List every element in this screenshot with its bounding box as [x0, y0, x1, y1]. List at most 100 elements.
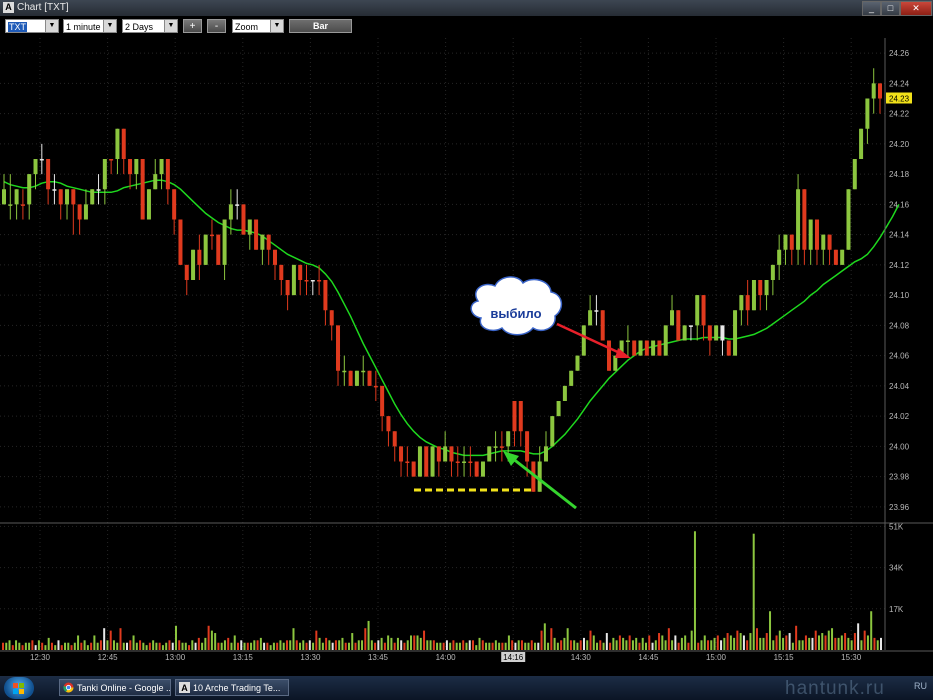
price-tick-label: 24.20 [889, 140, 910, 149]
volume-bar [318, 637, 321, 650]
volume-bar [527, 642, 530, 650]
candle-body [581, 325, 586, 356]
candle-body [159, 159, 164, 175]
volume-bar [475, 645, 478, 650]
chevron-down-icon[interactable]: ▼ [45, 20, 58, 32]
minimize-button[interactable]: _ [862, 1, 881, 16]
volume-bar [148, 642, 151, 650]
volume-bar [654, 640, 657, 650]
interval-select[interactable]: 1 minute ▼ [63, 19, 117, 33]
volume-bar [488, 642, 491, 650]
volume-bar [250, 642, 253, 650]
price-tick-label: 24.22 [889, 110, 910, 119]
candle-body [58, 189, 63, 205]
volume-bar [246, 642, 249, 650]
volume-bar [491, 642, 494, 650]
volume-bar [210, 630, 213, 650]
candle-body [600, 310, 605, 341]
volume-bar [804, 635, 807, 650]
volume-bar [24, 642, 27, 650]
chart-type-button[interactable]: Bar [289, 19, 352, 33]
candle-body [543, 446, 548, 462]
volume-bar [230, 642, 233, 650]
price-tick-label: 23.96 [889, 503, 910, 512]
symbol-select[interactable]: TXT ▼ [5, 19, 59, 33]
candle-body [165, 159, 170, 190]
price-chart[interactable]: 24.26 24.24 24.22 24.20 24.18 24.16 24.14 24.12… [0, 38, 933, 676]
volume-bar [165, 642, 168, 650]
volume-bar [184, 642, 187, 650]
candle-body [852, 159, 857, 190]
candle-body [14, 189, 19, 205]
range-select[interactable]: 2 Days ▼ [122, 19, 178, 33]
volume-bar [351, 633, 354, 650]
volume-bar [217, 642, 220, 650]
volume-bar [426, 640, 429, 650]
volume-bar [612, 637, 615, 650]
volume-tick-label: 51K [889, 522, 904, 531]
volume-bar [550, 628, 553, 650]
zoom-out-button[interactable]: - [207, 19, 226, 33]
candle-body [96, 189, 101, 191]
volume-bar [726, 633, 729, 650]
chevron-down-icon[interactable]: ▼ [164, 20, 177, 32]
volume-bar [214, 633, 217, 650]
volume-bar [171, 642, 174, 650]
volume-bar [269, 645, 272, 650]
tray-language[interactable]: RU [914, 681, 927, 691]
red-arrow-shaft [556, 322, 623, 356]
candle-body [625, 340, 630, 342]
time-tick-label: 13:00 [165, 653, 186, 662]
volume-bar [602, 642, 605, 650]
volume-bar [791, 642, 794, 650]
candle-body [241, 204, 246, 235]
volume-bar [57, 640, 60, 650]
volume-bar [462, 640, 465, 650]
zoom-select[interactable]: Zoom ▼ [232, 19, 284, 33]
volume-bar [547, 642, 550, 650]
axis-layer: 24.26 24.24 24.22 24.20 24.18 24.16 24.14 24.12… [0, 38, 933, 662]
zoom-in-button[interactable]: + [183, 19, 202, 33]
volume-bar [354, 642, 357, 650]
candle-body [178, 219, 183, 265]
candle-body [487, 446, 492, 462]
candle-body [430, 446, 435, 477]
volume-bar [413, 635, 416, 650]
volume-bar [631, 640, 634, 650]
volume-bar [560, 640, 563, 650]
chevron-down-icon[interactable]: ▼ [103, 20, 116, 32]
candle-body [266, 234, 271, 250]
close-button[interactable]: ✕ [900, 1, 932, 16]
candle-body [272, 249, 277, 265]
chevron-down-icon[interactable]: ▼ [270, 20, 283, 32]
volume-bar [106, 640, 109, 650]
candle-body [695, 295, 700, 326]
candle-body [840, 249, 845, 265]
volume-bar [573, 640, 576, 650]
annotation-layer: выбило [414, 276, 631, 510]
volume-bar [514, 642, 517, 650]
maximize-button[interactable]: □ [881, 1, 900, 16]
candle-body [8, 204, 13, 206]
volume-bar [41, 642, 44, 650]
candle-body [777, 249, 782, 265]
candle-body [260, 234, 265, 250]
volume-bar [680, 637, 683, 650]
volume-bar [485, 642, 488, 650]
volume-bar [122, 642, 125, 650]
candle-body [455, 461, 460, 463]
taskbar-item-arche[interactable]: A 10 Arche Trading Te... [175, 679, 289, 696]
volume-bar [243, 642, 246, 650]
volume-bar [563, 637, 566, 650]
volume-bar [628, 635, 631, 650]
volume-bar [142, 642, 145, 650]
volume-bar [576, 642, 579, 650]
volume-bar [292, 628, 295, 650]
candle-body [83, 204, 88, 220]
volume-bar [174, 625, 177, 650]
volume-bar [67, 642, 70, 650]
volume-bar [605, 633, 608, 650]
taskbar-item-browser[interactable]: Tanki Online - Google ... [59, 679, 171, 696]
candle-body [216, 234, 221, 265]
start-button[interactable] [4, 677, 34, 699]
